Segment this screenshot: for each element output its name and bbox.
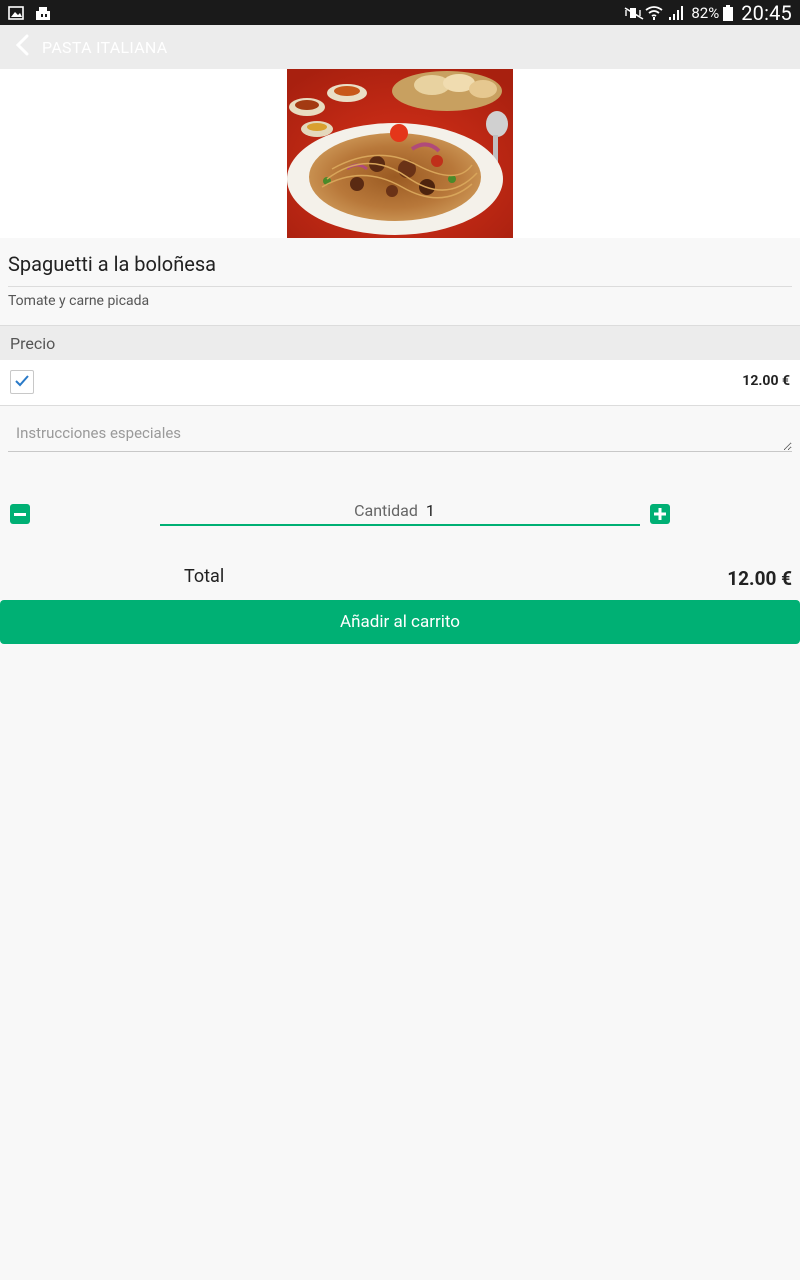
page-title: PASTA ITALIANA [42, 37, 168, 57]
clock: 20:45 [741, 0, 792, 25]
decrease-quantity-button[interactable] [10, 504, 30, 524]
add-to-cart-button[interactable]: Añadir al carrito [0, 600, 800, 644]
status-left [8, 5, 52, 21]
price-option-row[interactable]: 12.00 € [0, 360, 800, 406]
quantity-label: Cantidad [354, 500, 418, 520]
chevron-left-icon [15, 34, 29, 60]
price-checkbox[interactable] [10, 370, 34, 394]
battery-icon [723, 4, 734, 21]
back-button[interactable] [6, 25, 38, 69]
checkmark-icon [14, 373, 30, 392]
increase-quantity-button[interactable] [650, 504, 670, 524]
special-instructions-field[interactable] [8, 414, 792, 452]
price-section-header: Precio [0, 325, 800, 360]
status-right: 82% 20:45 [623, 1, 792, 25]
wifi-icon [645, 5, 663, 21]
signal-icon [667, 5, 685, 21]
minus-icon [14, 512, 26, 516]
mute-icon [623, 5, 644, 21]
product-description: Tomate y carne picada [8, 293, 150, 309]
status-bar: 82% 20:45 [0, 0, 800, 25]
product-image [287, 69, 513, 238]
app-bar: PASTA ITALIANA [0, 25, 800, 69]
store-icon [34, 5, 52, 21]
hero-section [0, 69, 800, 238]
divider [8, 286, 792, 287]
gallery-icon [8, 5, 26, 21]
quantity-value[interactable]: 1 [426, 501, 446, 520]
product-title: Spaguetti a la boloñesa [8, 252, 217, 276]
total-label: Total [184, 566, 225, 587]
total-value: 12.00 € [727, 567, 792, 590]
quantity-stepper[interactable]: Cantidad 1 [160, 496, 640, 526]
battery-percent: 82% [691, 3, 720, 22]
price-value: 12.00 € [742, 373, 790, 389]
plus-icon [654, 508, 666, 520]
